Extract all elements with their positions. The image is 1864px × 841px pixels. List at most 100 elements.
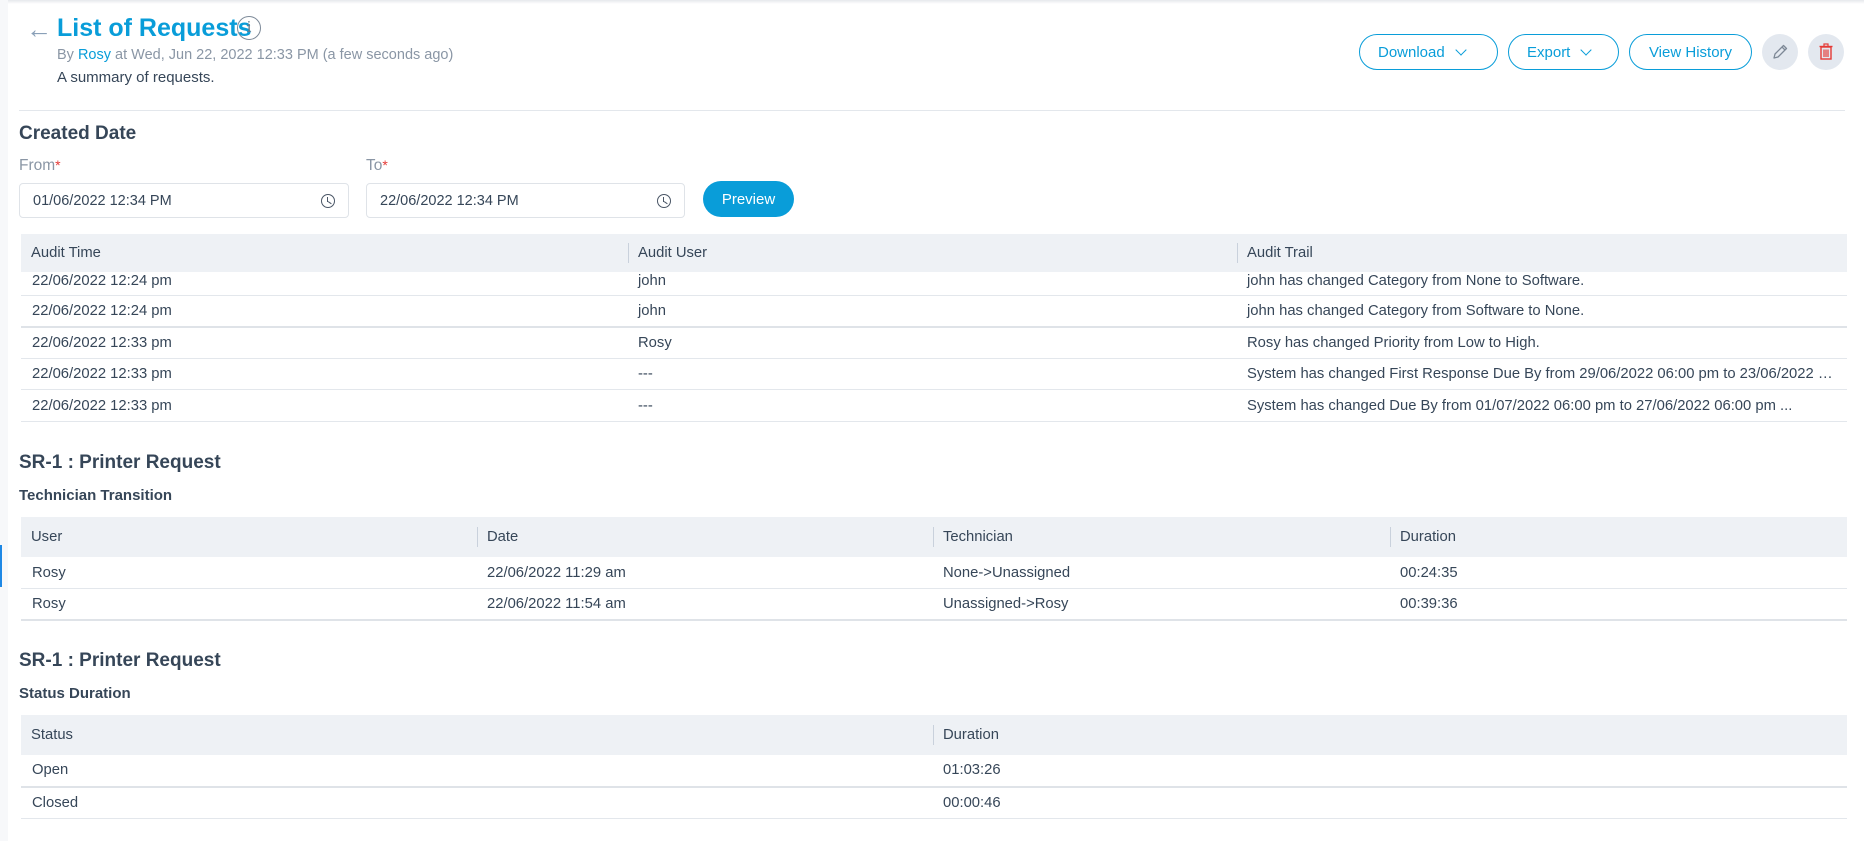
- from-label-text: From: [19, 157, 56, 174]
- meta-prefix: By: [57, 47, 74, 63]
- status-section-subtitle: Status Duration: [19, 685, 131, 702]
- audit-trail-cell: System has changed Due By from 01/07/202…: [1237, 389, 1847, 422]
- required-marker: *: [55, 157, 61, 173]
- technician-header-row: User Date Technician Duration: [21, 517, 1847, 557]
- edit-button[interactable]: [1762, 34, 1798, 70]
- from-date-value: 01/06/2022 12:34 PM: [33, 192, 172, 209]
- column-separator: [477, 527, 478, 547]
- chevron-down-icon: [1580, 43, 1593, 56]
- table-row: Closed 00:00:46: [21, 786, 1847, 819]
- technician-cell: None->Unassigned: [933, 557, 1390, 589]
- view-history-button[interactable]: View History: [1629, 34, 1752, 70]
- header-actions: Download Export View History: [1359, 34, 1844, 70]
- report-page: ← List of Requests i By Rosy at Wed, Jun…: [0, 0, 1864, 841]
- column-header-user[interactable]: User: [21, 517, 477, 557]
- audit-table: Audit Time Audit User Audit Trail 22/06/…: [21, 234, 1847, 422]
- column-separator: [1237, 243, 1238, 263]
- audit-trail-cell: john has changed Category from Software …: [1237, 295, 1847, 328]
- info-icon[interactable]: i: [237, 16, 261, 40]
- created-date-heading: Created Date: [19, 123, 137, 144]
- page-title: List of Requests: [57, 14, 252, 42]
- meta-user-link[interactable]: Rosy: [78, 47, 111, 63]
- export-button[interactable]: Export: [1508, 34, 1619, 70]
- audit-user-cell: ---: [628, 358, 1237, 391]
- column-label: Duration: [943, 727, 999, 743]
- duration-cell: 00:39:36: [1390, 588, 1847, 621]
- column-label: Audit User: [638, 245, 708, 261]
- chevron-down-icon: [1455, 43, 1467, 56]
- table-row: Rosy 22/06/2022 11:29 am None->Unassigne…: [21, 557, 1847, 589]
- technician-section-title: SR-1 : Printer Request: [19, 452, 221, 473]
- to-label-text: To: [366, 157, 383, 174]
- table-row: 22/06/2022 12:33 pm --- System has chang…: [21, 358, 1847, 391]
- audit-time-cell: 22/06/2022 12:33 pm: [21, 326, 628, 359]
- user-cell: Rosy: [21, 557, 477, 589]
- date-cell: 22/06/2022 11:29 am: [477, 557, 933, 589]
- audit-trail-cell: john has changed Category from None to S…: [1237, 272, 1847, 296]
- column-header-audit-trail[interactable]: Audit Trail: [1237, 234, 1847, 272]
- column-separator: [1390, 527, 1391, 547]
- duration-cell: 00:24:35: [1390, 557, 1847, 589]
- column-label: Date: [487, 529, 519, 545]
- audit-user-cell: john: [628, 272, 1237, 296]
- table-row: Rosy 22/06/2022 11:54 am Unassigned->Ros…: [21, 588, 1847, 621]
- table-row: 22/06/2022 12:33 pm --- System has chang…: [21, 389, 1847, 422]
- duration-cell: 01:03:26: [933, 755, 1847, 788]
- export-label: Export: [1527, 43, 1571, 61]
- audit-user-cell: john: [628, 295, 1237, 328]
- column-header-audit-time[interactable]: Audit Time: [21, 234, 628, 272]
- to-date-input[interactable]: 22/06/2022 12:34 PM: [366, 183, 685, 218]
- delete-button[interactable]: [1808, 34, 1844, 70]
- report-meta: By Rosy at Wed, Jun 22, 2022 12:33 PM (a…: [57, 47, 453, 63]
- technician-transition-table: User Date Technician Duration Rosy 22/06…: [21, 517, 1847, 621]
- column-label: User: [31, 529, 63, 545]
- column-header-duration[interactable]: Duration: [933, 715, 1847, 755]
- column-label: Audit Trail: [1247, 245, 1313, 261]
- technician-cell: Unassigned->Rosy: [933, 588, 1390, 621]
- column-label: Duration: [1400, 529, 1456, 545]
- audit-trail-cell: Rosy has changed Priority from Low to Hi…: [1237, 326, 1847, 359]
- download-label: Download: [1378, 43, 1445, 61]
- table-row: 22/06/2022 12:24 pm john john has change…: [21, 272, 1847, 296]
- table-row: Open 01:03:26: [21, 755, 1847, 788]
- trash-icon: [1819, 43, 1833, 60]
- status-cell: Closed: [21, 786, 933, 819]
- column-header-audit-user[interactable]: Audit User: [628, 234, 1237, 272]
- from-label: From*: [19, 157, 61, 175]
- status-header-row: Status Duration: [21, 715, 1847, 755]
- status-section-title: SR-1 : Printer Request: [19, 650, 221, 671]
- header-divider: [19, 110, 1845, 111]
- clock-icon[interactable]: [321, 193, 335, 208]
- duration-cell: 00:00:46: [933, 786, 1847, 819]
- preview-button[interactable]: Preview: [703, 181, 794, 217]
- audit-user-cell: Rosy: [628, 326, 1237, 359]
- date-cell: 22/06/2022 11:54 am: [477, 588, 933, 621]
- status-cell: Open: [21, 755, 933, 788]
- pencil-icon: [1773, 44, 1788, 59]
- scroll-indicator[interactable]: [0, 545, 2, 587]
- table-row: 22/06/2022 12:33 pm Rosy Rosy has change…: [21, 326, 1847, 359]
- column-header-technician[interactable]: Technician: [933, 517, 1390, 557]
- technician-section-subtitle: Technician Transition: [19, 487, 173, 504]
- audit-header-row: Audit Time Audit User Audit Trail: [21, 234, 1847, 272]
- arrow-left-icon[interactable]: ←: [26, 15, 52, 43]
- clock-icon[interactable]: [657, 193, 671, 208]
- column-header-duration[interactable]: Duration: [1390, 517, 1847, 557]
- audit-trail-cell: System has changed First Response Due By…: [1237, 358, 1847, 391]
- column-label: Audit Time: [31, 245, 101, 261]
- column-separator: [628, 243, 629, 263]
- from-date-input[interactable]: 01/06/2022 12:34 PM: [19, 183, 349, 218]
- required-marker: *: [382, 157, 388, 173]
- status-duration-table: Status Duration Open 01:03:26 Closed 00:…: [21, 715, 1847, 819]
- column-header-status[interactable]: Status: [21, 715, 933, 755]
- top-shadow: [0, 0, 1864, 4]
- audit-time-cell: 22/06/2022 12:33 pm: [21, 389, 628, 422]
- audit-time-cell: 22/06/2022 12:24 pm: [21, 295, 628, 328]
- column-label: Technician: [943, 529, 1013, 545]
- table-row: 22/06/2022 12:24 pm john john has change…: [21, 295, 1847, 328]
- meta-timestamp: at Wed, Jun 22, 2022 12:33 PM (a few sec…: [115, 47, 454, 63]
- download-button[interactable]: Download: [1359, 34, 1498, 70]
- audit-time-cell: 22/06/2022 12:24 pm: [21, 272, 628, 296]
- report-description: A summary of requests.: [57, 69, 215, 86]
- column-header-date[interactable]: Date: [477, 517, 933, 557]
